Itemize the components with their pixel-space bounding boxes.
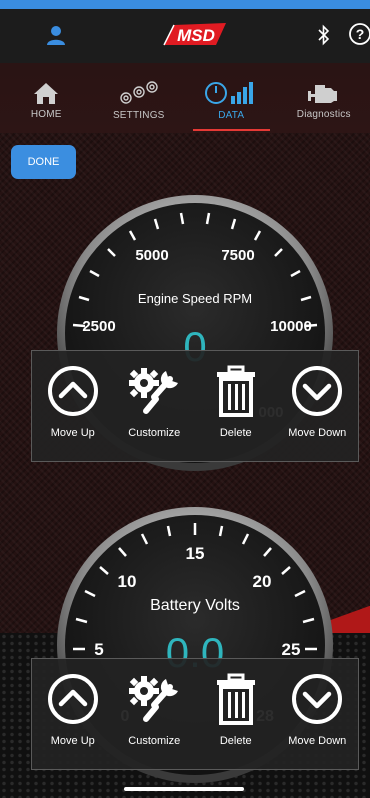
tab-label: SETTINGS — [112, 109, 165, 121]
action-label: Move Down — [288, 427, 347, 439]
scale-label: 10000 — [270, 318, 312, 335]
chevron-down-circle-icon — [292, 674, 343, 724]
customize-button[interactable]: Customize — [114, 351, 196, 461]
scale-label: 20 — [253, 572, 272, 591]
gauge-bars-icon — [205, 81, 254, 104]
tab-label: HOME — [30, 108, 62, 120]
tab-settings[interactable]: SETTINGS — [93, 63, 186, 133]
chevron-down-circle-icon — [292, 366, 343, 416]
scale-label: 10 — [118, 572, 137, 591]
move-down-button[interactable]: Move Down — [277, 351, 359, 461]
app-header: MSD ? — [0, 9, 370, 63]
tab-label: DATA — [218, 109, 245, 121]
action-label: Move Down — [288, 735, 347, 747]
action-label: Delete — [219, 735, 252, 747]
action-label: Customize — [128, 427, 181, 439]
action-label: Customize — [128, 735, 181, 747]
scale-label: 7500 — [221, 247, 254, 264]
engine-icon — [307, 84, 337, 103]
person-icon[interactable] — [44, 23, 68, 47]
scale-label: 2500 — [82, 318, 115, 335]
svg-text:?: ? — [356, 26, 365, 42]
tab-bar: HOME SETTINGS DATA Diagnostics — [0, 63, 370, 133]
move-down-button[interactable]: Move Down — [277, 659, 359, 769]
msd-logo: MSD — [160, 19, 230, 51]
wrench-gear-icon — [129, 368, 179, 414]
move-up-button[interactable]: Move Up — [32, 351, 114, 461]
help-icon[interactable]: ? — [348, 22, 370, 46]
tab-diagnostics[interactable]: Diagnostics — [278, 63, 370, 133]
scale-label: 25 — [282, 640, 301, 659]
gauge-title: Battery Volts — [150, 597, 240, 614]
trash-icon — [216, 365, 255, 417]
bluetooth-icon[interactable] — [314, 23, 334, 47]
gauge-action-panel: Move Up Customize Delete Move Down — [31, 350, 359, 462]
wrench-gear-icon — [129, 676, 179, 722]
chevron-up-circle-icon — [47, 366, 98, 416]
gauge-action-panel: Move Up Customize Delete Move Down — [31, 658, 359, 770]
customize-button[interactable]: Customize — [114, 659, 196, 769]
action-label: Delete — [219, 427, 252, 439]
action-label: Move Up — [50, 735, 95, 747]
scale-label: 15 — [186, 544, 205, 563]
tab-label: Diagnostics — [296, 108, 351, 120]
gears-icon — [120, 80, 158, 104]
chevron-up-circle-icon — [47, 674, 98, 724]
home-indicator[interactable] — [124, 787, 244, 791]
delete-button[interactable]: Delete — [195, 351, 277, 461]
action-label: Move Up — [50, 427, 95, 439]
gauge-title: Engine Speed RPM — [138, 291, 252, 306]
delete-button[interactable]: Delete — [195, 659, 277, 769]
done-button[interactable]: DONE — [11, 145, 76, 179]
svg-text:MSD: MSD — [177, 26, 215, 45]
tab-home[interactable]: HOME — [0, 63, 93, 133]
scale-label: 5 — [94, 640, 103, 659]
move-up-button[interactable]: Move Up — [32, 659, 114, 769]
home-icon — [34, 82, 59, 104]
trash-icon — [216, 673, 255, 725]
scale-label: 5000 — [135, 247, 168, 264]
status-stripe — [0, 0, 370, 9]
tab-data[interactable]: DATA — [185, 63, 278, 133]
